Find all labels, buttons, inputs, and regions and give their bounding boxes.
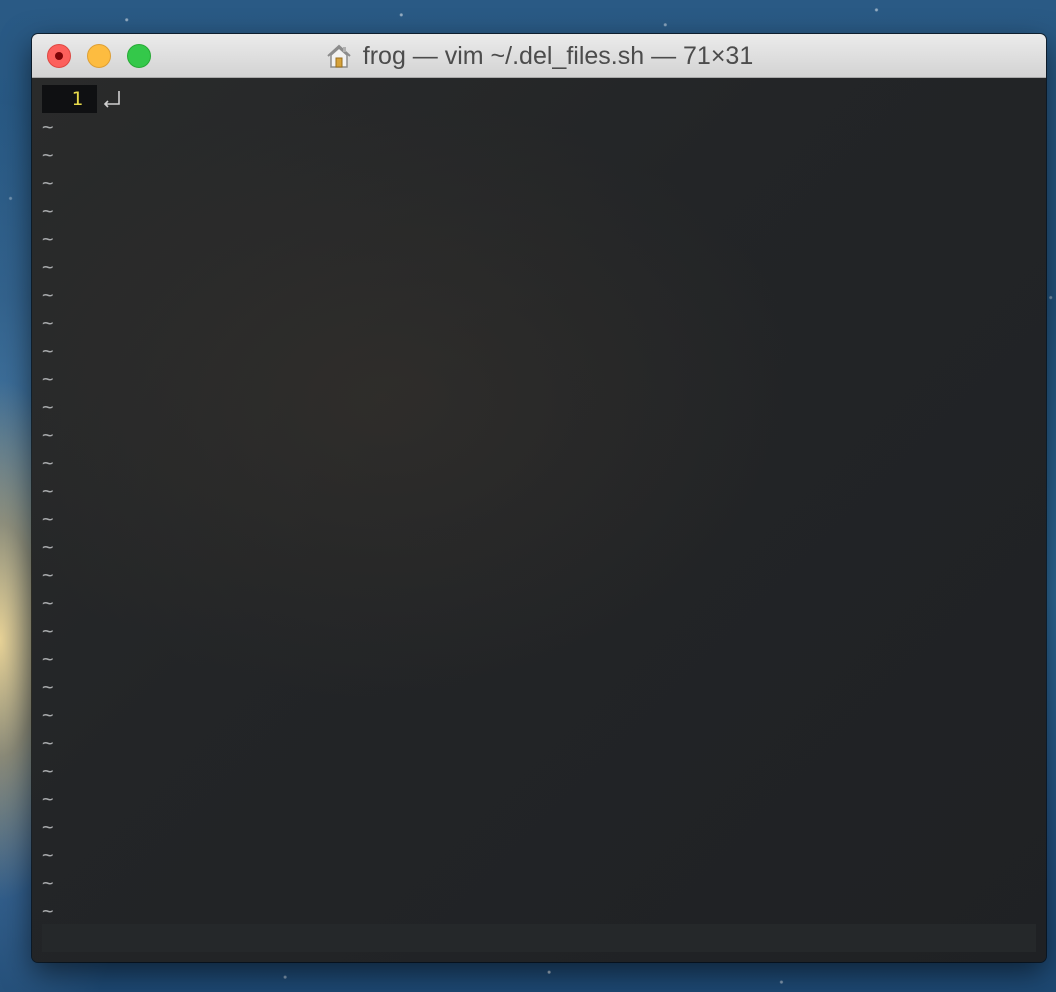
empty-line-marker: ~: [42, 760, 54, 782]
empty-line-marker: ~: [42, 676, 54, 698]
empty-line-markers: ~ ~ ~ ~ ~ ~ ~ ~ ~ ~ ~ ~ ~ ~ ~ ~ ~ ~ ~ ~ ~ ~ ~ ~ ~ ~ ~ ~ ~: [42, 113, 1036, 925]
empty-line-marker: ~: [42, 648, 54, 670]
empty-line-marker: ~: [42, 732, 54, 754]
title-bar[interactable]: frog — vim ~/.del_files.sh — 71×31: [32, 34, 1046, 78]
buffer-line[interactable]: 1: [42, 85, 1036, 113]
command-line[interactable]: [42, 924, 1036, 952]
editor-area[interactable]: 1 ~ ~ ~ ~ ~ ~ ~ ~ ~ ~ ~ ~ ~ ~ ~ ~ ~ ~ ~ ~ ~ ~ ~ ~ ~ ~ ~ ~ ~: [42, 85, 1036, 925]
empty-line-marker: ~: [42, 620, 54, 642]
empty-line-marker: ~: [42, 452, 54, 474]
empty-line-marker: ~: [42, 508, 54, 530]
empty-line-marker: ~: [42, 564, 54, 586]
return-arrow-icon: [101, 88, 123, 110]
window-title-text: frog — vim ~/.del_files.sh — 71×31: [362, 41, 754, 70]
home-icon: [325, 42, 353, 70]
empty-line-marker: ~: [42, 480, 54, 502]
empty-line-marker: ~: [42, 872, 54, 894]
empty-line-marker: ~: [42, 368, 54, 390]
empty-line-marker: ~: [42, 396, 54, 418]
empty-line-marker: ~: [42, 284, 54, 306]
empty-line-marker: ~: [42, 536, 54, 558]
empty-line-marker: ~: [42, 704, 54, 726]
empty-line-marker: ~: [42, 144, 54, 166]
empty-line-marker: ~: [42, 312, 54, 334]
empty-line-marker: ~: [42, 424, 54, 446]
empty-line-marker: ~: [42, 116, 54, 138]
empty-line-marker: ~: [42, 592, 54, 614]
empty-line-marker: ~: [42, 200, 54, 222]
window-title: frog — vim ~/.del_files.sh — 71×31: [32, 34, 1046, 78]
line-number: 1: [42, 85, 97, 113]
empty-line-marker: ~: [42, 900, 54, 922]
empty-line-marker: ~: [42, 816, 54, 838]
terminal-window: frog — vim ~/.del_files.sh — 71×31 1 ~ ~ ~…: [32, 34, 1046, 962]
empty-line-marker: ~: [42, 172, 54, 194]
empty-line-marker: ~: [42, 844, 54, 866]
empty-line-marker: ~: [42, 256, 54, 278]
vim-buffer[interactable]: 1 ~ ~ ~ ~ ~ ~ ~ ~ ~ ~ ~ ~ ~ ~ ~ ~ ~ ~ ~ ~ ~ ~ ~ ~ ~ ~ ~ ~ ~: [32, 78, 1046, 962]
empty-line-marker: ~: [42, 340, 54, 362]
empty-line-marker: ~: [42, 788, 54, 810]
empty-line-marker: ~: [42, 228, 54, 250]
